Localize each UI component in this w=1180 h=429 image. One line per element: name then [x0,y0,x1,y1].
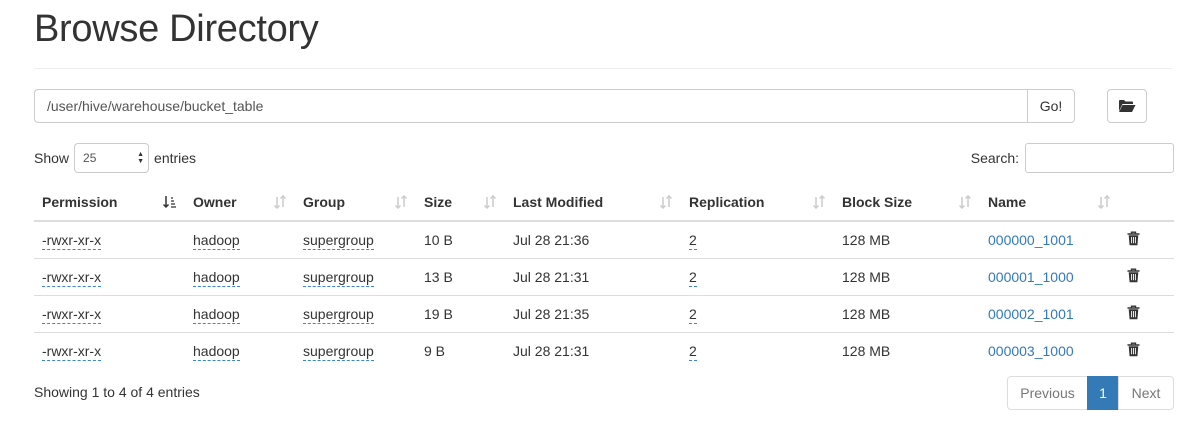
create-directory-button[interactable] [1107,89,1147,123]
size-cell: 9 B [416,331,505,369]
next-page-button[interactable]: Next [1118,376,1174,410]
group-cell[interactable]: supergroup [303,305,374,324]
sort-icon [394,195,408,209]
size-cell: 13 B [416,257,505,295]
entries-per-page-select[interactable]: 25 ▲ ▼ [74,143,150,173]
group-cell[interactable]: supergroup [303,342,374,361]
search-label: Search: [970,150,1019,166]
column-header-size[interactable]: Size [416,184,505,222]
last-modified-cell: Jul 28 21:35 [505,294,681,332]
sort-icon [659,195,673,209]
search-input[interactable] [1025,143,1174,173]
pagination: Previous 1 Next [1007,376,1174,410]
replication-cell[interactable]: 2 [689,268,697,287]
page-title: Browse Directory [34,8,319,50]
permission-cell[interactable]: -rwxr-xr-x [42,305,102,324]
owner-cell[interactable]: hadoop [193,268,240,287]
page-length-control: Show 25 ▲ ▼ entries [34,143,196,173]
replication-cell[interactable]: 2 [689,342,697,361]
trash-icon[interactable] [1127,342,1140,357]
search-control: Search: [971,143,1174,173]
last-modified-cell: Jul 28 21:36 [505,220,681,258]
column-header-permission[interactable]: Permission [34,184,185,222]
group-cell[interactable]: supergroup [303,231,374,250]
permission-cell[interactable]: -rwxr-xr-x [42,231,102,250]
directory-path-input[interactable] [34,89,1027,123]
divider [34,68,1172,69]
column-header-group[interactable]: Group [295,184,416,222]
block-size-cell: 128 MB [834,220,980,258]
permission-cell[interactable]: -rwxr-xr-x [42,342,102,361]
sort-icon [812,195,826,209]
trash-icon[interactable] [1127,268,1140,283]
size-cell: 19 B [416,294,505,332]
entries-per-page-value: 25 [83,151,97,165]
table-row: -rwxr-xr-x hadoop supergroup 19 B Jul 28… [34,294,1174,332]
table-header-row: Permission Owner Group Size Last Modifie… [34,184,1174,222]
file-name-link[interactable]: 000002_1001 [988,306,1074,322]
group-cell[interactable]: supergroup [303,268,374,287]
go-button[interactable]: Go! [1027,89,1075,123]
last-modified-cell: Jul 28 21:31 [505,257,681,295]
last-modified-cell: Jul 28 21:31 [505,331,681,369]
file-name-link[interactable]: 000001_1000 [988,269,1074,285]
file-name-link[interactable]: 000000_1001 [988,232,1074,248]
trash-icon[interactable] [1127,305,1140,320]
column-header-last-modified[interactable]: Last Modified [505,184,681,222]
entries-label: entries [154,150,197,166]
table-row: -rwxr-xr-x hadoop supergroup 13 B Jul 28… [34,257,1174,295]
table-row: -rwxr-xr-x hadoop supergroup 10 B Jul 28… [34,220,1174,258]
file-name-link[interactable]: 000003_1000 [988,343,1074,359]
trash-icon[interactable] [1127,231,1140,246]
block-size-cell: 128 MB [834,257,980,295]
owner-cell[interactable]: hadoop [193,305,240,324]
select-arrows-icon: ▲ ▼ [137,151,145,165]
page-1-button[interactable]: 1 [1087,376,1119,410]
column-header-block-size[interactable]: Block Size [834,184,980,222]
replication-cell[interactable]: 2 [689,231,697,250]
sort-icon [273,195,287,209]
table-info: Showing 1 to 4 of 4 entries [34,384,200,400]
sort-icon [958,195,972,209]
table-row: -rwxr-xr-x hadoop supergroup 9 B Jul 28 … [34,331,1174,369]
column-header-actions [1119,184,1174,222]
replication-cell[interactable]: 2 [689,305,697,324]
block-size-cell: 128 MB [834,331,980,369]
permission-cell[interactable]: -rwxr-xr-x [42,268,102,287]
column-header-replication[interactable]: Replication [681,184,834,222]
owner-cell[interactable]: hadoop [193,342,240,361]
file-table: Permission Owner Group Size Last Modifie… [34,184,1174,369]
previous-page-button[interactable]: Previous [1007,376,1088,410]
sort-icon [1097,195,1111,209]
show-label: Show [34,150,70,166]
column-header-name[interactable]: Name [980,184,1119,222]
block-size-cell: 128 MB [834,294,980,332]
folder-open-icon [1119,100,1136,112]
owner-cell[interactable]: hadoop [193,231,240,250]
column-header-owner[interactable]: Owner [185,184,295,222]
sort-ascending-icon [163,196,176,209]
size-cell: 10 B [416,220,505,258]
path-bar: Go! [34,89,1075,123]
sort-icon [483,195,497,209]
